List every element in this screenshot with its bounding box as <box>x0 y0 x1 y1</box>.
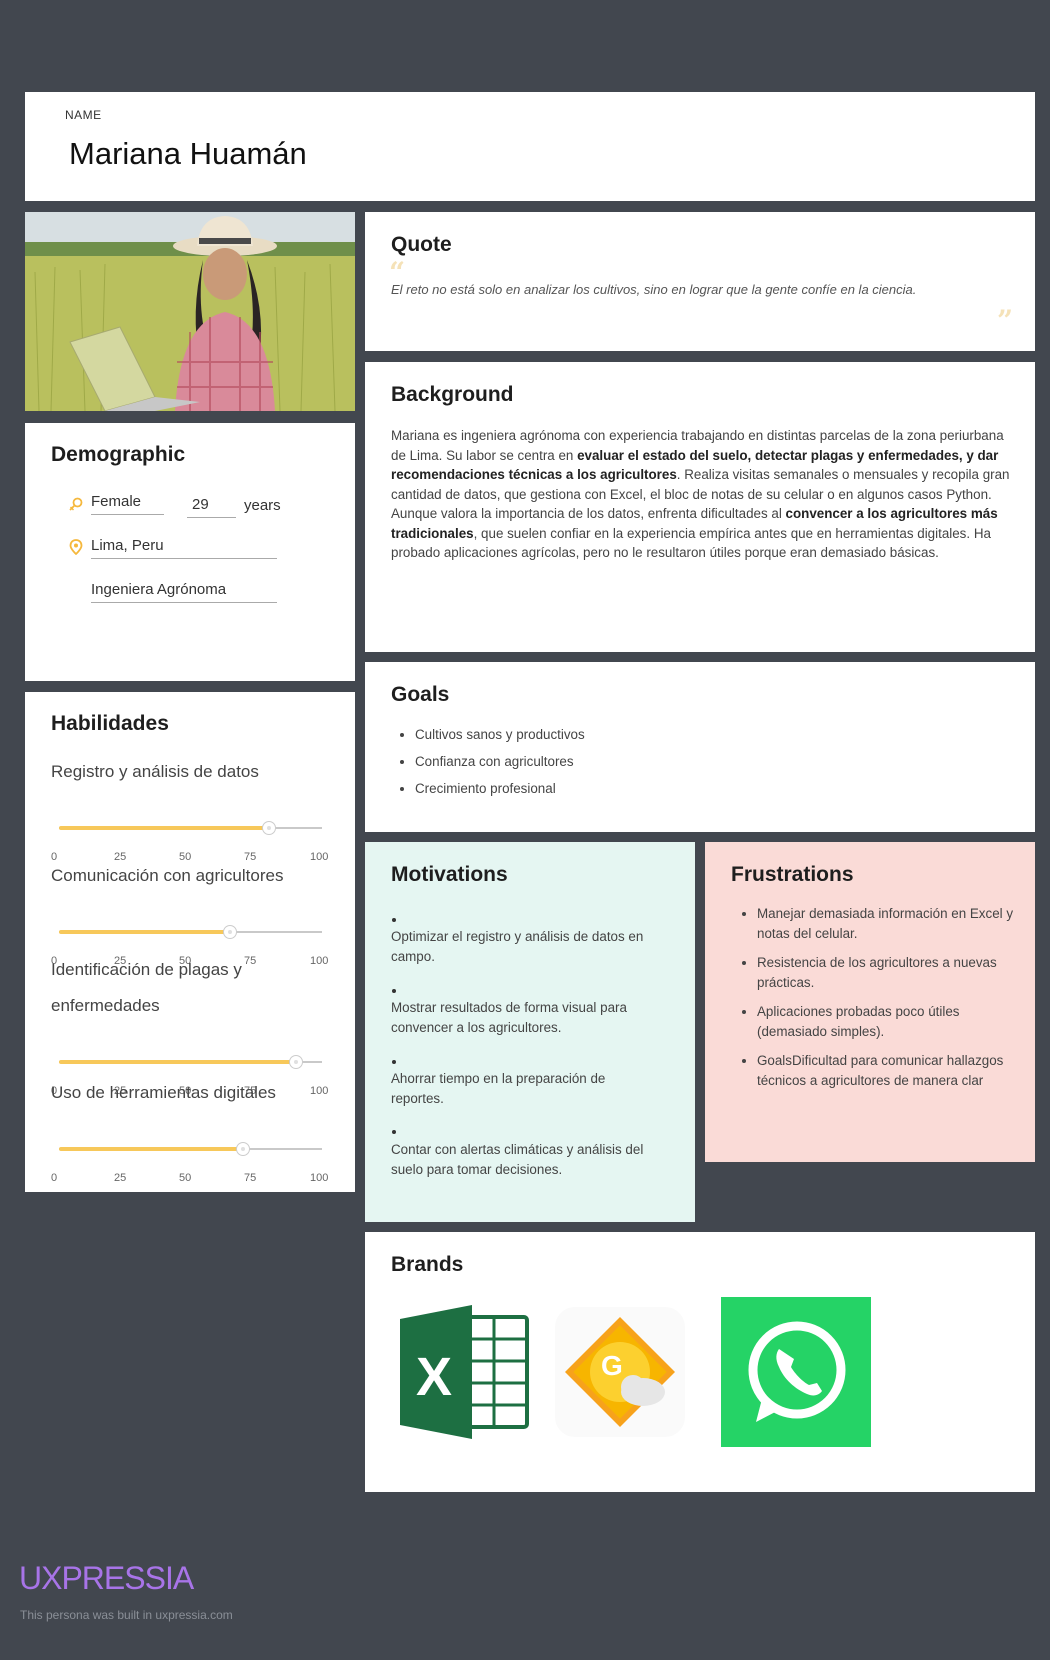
slider-tick-label: 75 <box>244 1172 257 1184</box>
bullet-dot <box>392 989 396 993</box>
goal-item: Cultivos sanos y productivos <box>415 727 585 742</box>
skill-slider-fill <box>59 930 230 934</box>
quote-text: El reto no está solo en analizar los cul… <box>391 282 917 297</box>
demographic-title: Demographic <box>51 443 186 466</box>
frustration-item: Resistencia de los agricultores a nuevas… <box>757 953 1019 992</box>
gender-icon <box>69 497 83 511</box>
skill-label: Identificación de plagas y enfermedades <box>51 960 242 1015</box>
frustrations-list: Manejar demasiada información en Excel y… <box>757 904 1019 1100</box>
persona-photo <box>25 212 355 411</box>
quote-title: Quote <box>391 233 452 256</box>
whatsapp-icon <box>721 1297 871 1447</box>
frustrations-title: Frustrations <box>731 863 854 886</box>
background-card: Background Mariana es ingeniera agrónoma… <box>365 362 1035 652</box>
weather-icon: G <box>545 1297 695 1447</box>
uxpressia-logo[interactable]: UXPRESSIA <box>19 1560 194 1597</box>
occupation-field[interactable]: Ingeniera Agrónoma <box>91 581 277 603</box>
name-card: NAME Mariana Huamán <box>25 92 1035 201</box>
quote-card: Quote “ El reto no está solo en analizar… <box>365 212 1035 351</box>
motivation-item: Mostrar resultados de forma visual para … <box>391 1000 627 1035</box>
farmer-photo-illustration <box>25 212 355 411</box>
background-text: Mariana es ingeniera agrónoma con experi… <box>391 428 1010 560</box>
skill-slider[interactable] <box>59 1142 322 1156</box>
goal-item: Confianza con agricultores <box>415 754 585 769</box>
name-label: NAME <box>65 108 102 122</box>
motivation-item: Contar con alertas climáticas y análisis… <box>391 1142 644 1177</box>
skill-slider-fill <box>59 826 270 830</box>
slider-tick-label: 0 <box>51 1172 58 1184</box>
skill-slider-handle[interactable] <box>222 925 237 939</box>
skill-slider[interactable] <box>59 925 322 939</box>
skill-label: Registro y análisis de datos <box>51 762 259 781</box>
slider-tick-label: 25 <box>114 1172 127 1184</box>
skill-row: Registro y análisis de datos 0 25 50 75 100 <box>25 754 355 863</box>
demographic-card: Demographic Female 29 years Lima, Peru I… <box>25 423 355 681</box>
goals-card: Goals Cultivos sanos y productivos Confi… <box>365 662 1035 832</box>
bullet-dot <box>392 1130 396 1134</box>
skill-slider-handle[interactable] <box>288 1055 303 1069</box>
skill-label: Uso de herramientas digitales <box>51 1083 276 1102</box>
skill-slider-handle[interactable] <box>262 821 277 835</box>
skill-label: Comunicación con agricultores <box>51 866 284 885</box>
skill-row: Uso de herramientas digitales 0 25 50 75 100 <box>25 1075 355 1184</box>
brands-title: Brands <box>391 1253 464 1276</box>
bullet-dot <box>392 918 396 922</box>
bullet-dot <box>392 1060 396 1064</box>
skill-slider[interactable] <box>59 821 322 835</box>
svg-text:X: X <box>416 1347 452 1407</box>
age-unit: years <box>244 497 281 514</box>
age-field[interactable]: 29 <box>187 496 236 518</box>
footer-note: This persona was built in uxpressia.com <box>20 1608 233 1622</box>
gender-field[interactable]: Female <box>91 493 164 515</box>
motivation-item: Ahorrar tiempo en la preparación de repo… <box>391 1071 606 1106</box>
background-title: Background <box>391 383 514 406</box>
goals-list: Cultivos sanos y productivos Confianza c… <box>415 727 585 796</box>
slider-tick-label: 100 <box>310 1172 329 1184</box>
goal-item: Crecimiento profesional <box>415 781 585 796</box>
frustration-item: GoalsDificultad para comunicar hallazgos… <box>757 1051 1019 1090</box>
brands-card: Brands X G <box>365 1232 1035 1492</box>
motivations-title: Motivations <box>391 863 508 886</box>
slider-tick-label: 50 <box>179 1172 192 1184</box>
motivation-item: Optimizar el registro y análisis de dato… <box>391 929 644 964</box>
motivations-card: Motivations Optimizar el registro y anál… <box>365 842 695 1222</box>
skill-slider-fill <box>59 1060 296 1064</box>
close-quote-icon: ” <box>997 304 1014 337</box>
persona-name: Mariana Huamán <box>69 136 307 171</box>
skill-row: Identificación de plagas y enfermedades 0… <box>25 952 355 1097</box>
location-pin-icon <box>69 539 83 556</box>
svg-text:G: G <box>601 1350 623 1381</box>
frustration-item: Manejar demasiada información en Excel y… <box>757 904 1019 943</box>
location-field[interactable]: Lima, Peru <box>91 537 277 559</box>
frustration-item: Aplicaciones probadas poco útiles (demas… <box>757 1002 1019 1041</box>
skill-slider-handle[interactable] <box>236 1142 251 1156</box>
skills-title: Habilidades <box>51 712 169 735</box>
skills-card: Habilidades Registro y análisis de datos… <box>25 692 355 1192</box>
frustrations-card: Frustrations Manejar demasiada informaci… <box>705 842 1035 1162</box>
skill-row: Comunicación con agricultores 0 25 50 75 100 <box>25 858 355 967</box>
goals-title: Goals <box>391 683 450 706</box>
skill-slider[interactable] <box>59 1055 322 1069</box>
excel-icon: X <box>392 1297 542 1447</box>
skill-slider-fill <box>59 1147 244 1151</box>
